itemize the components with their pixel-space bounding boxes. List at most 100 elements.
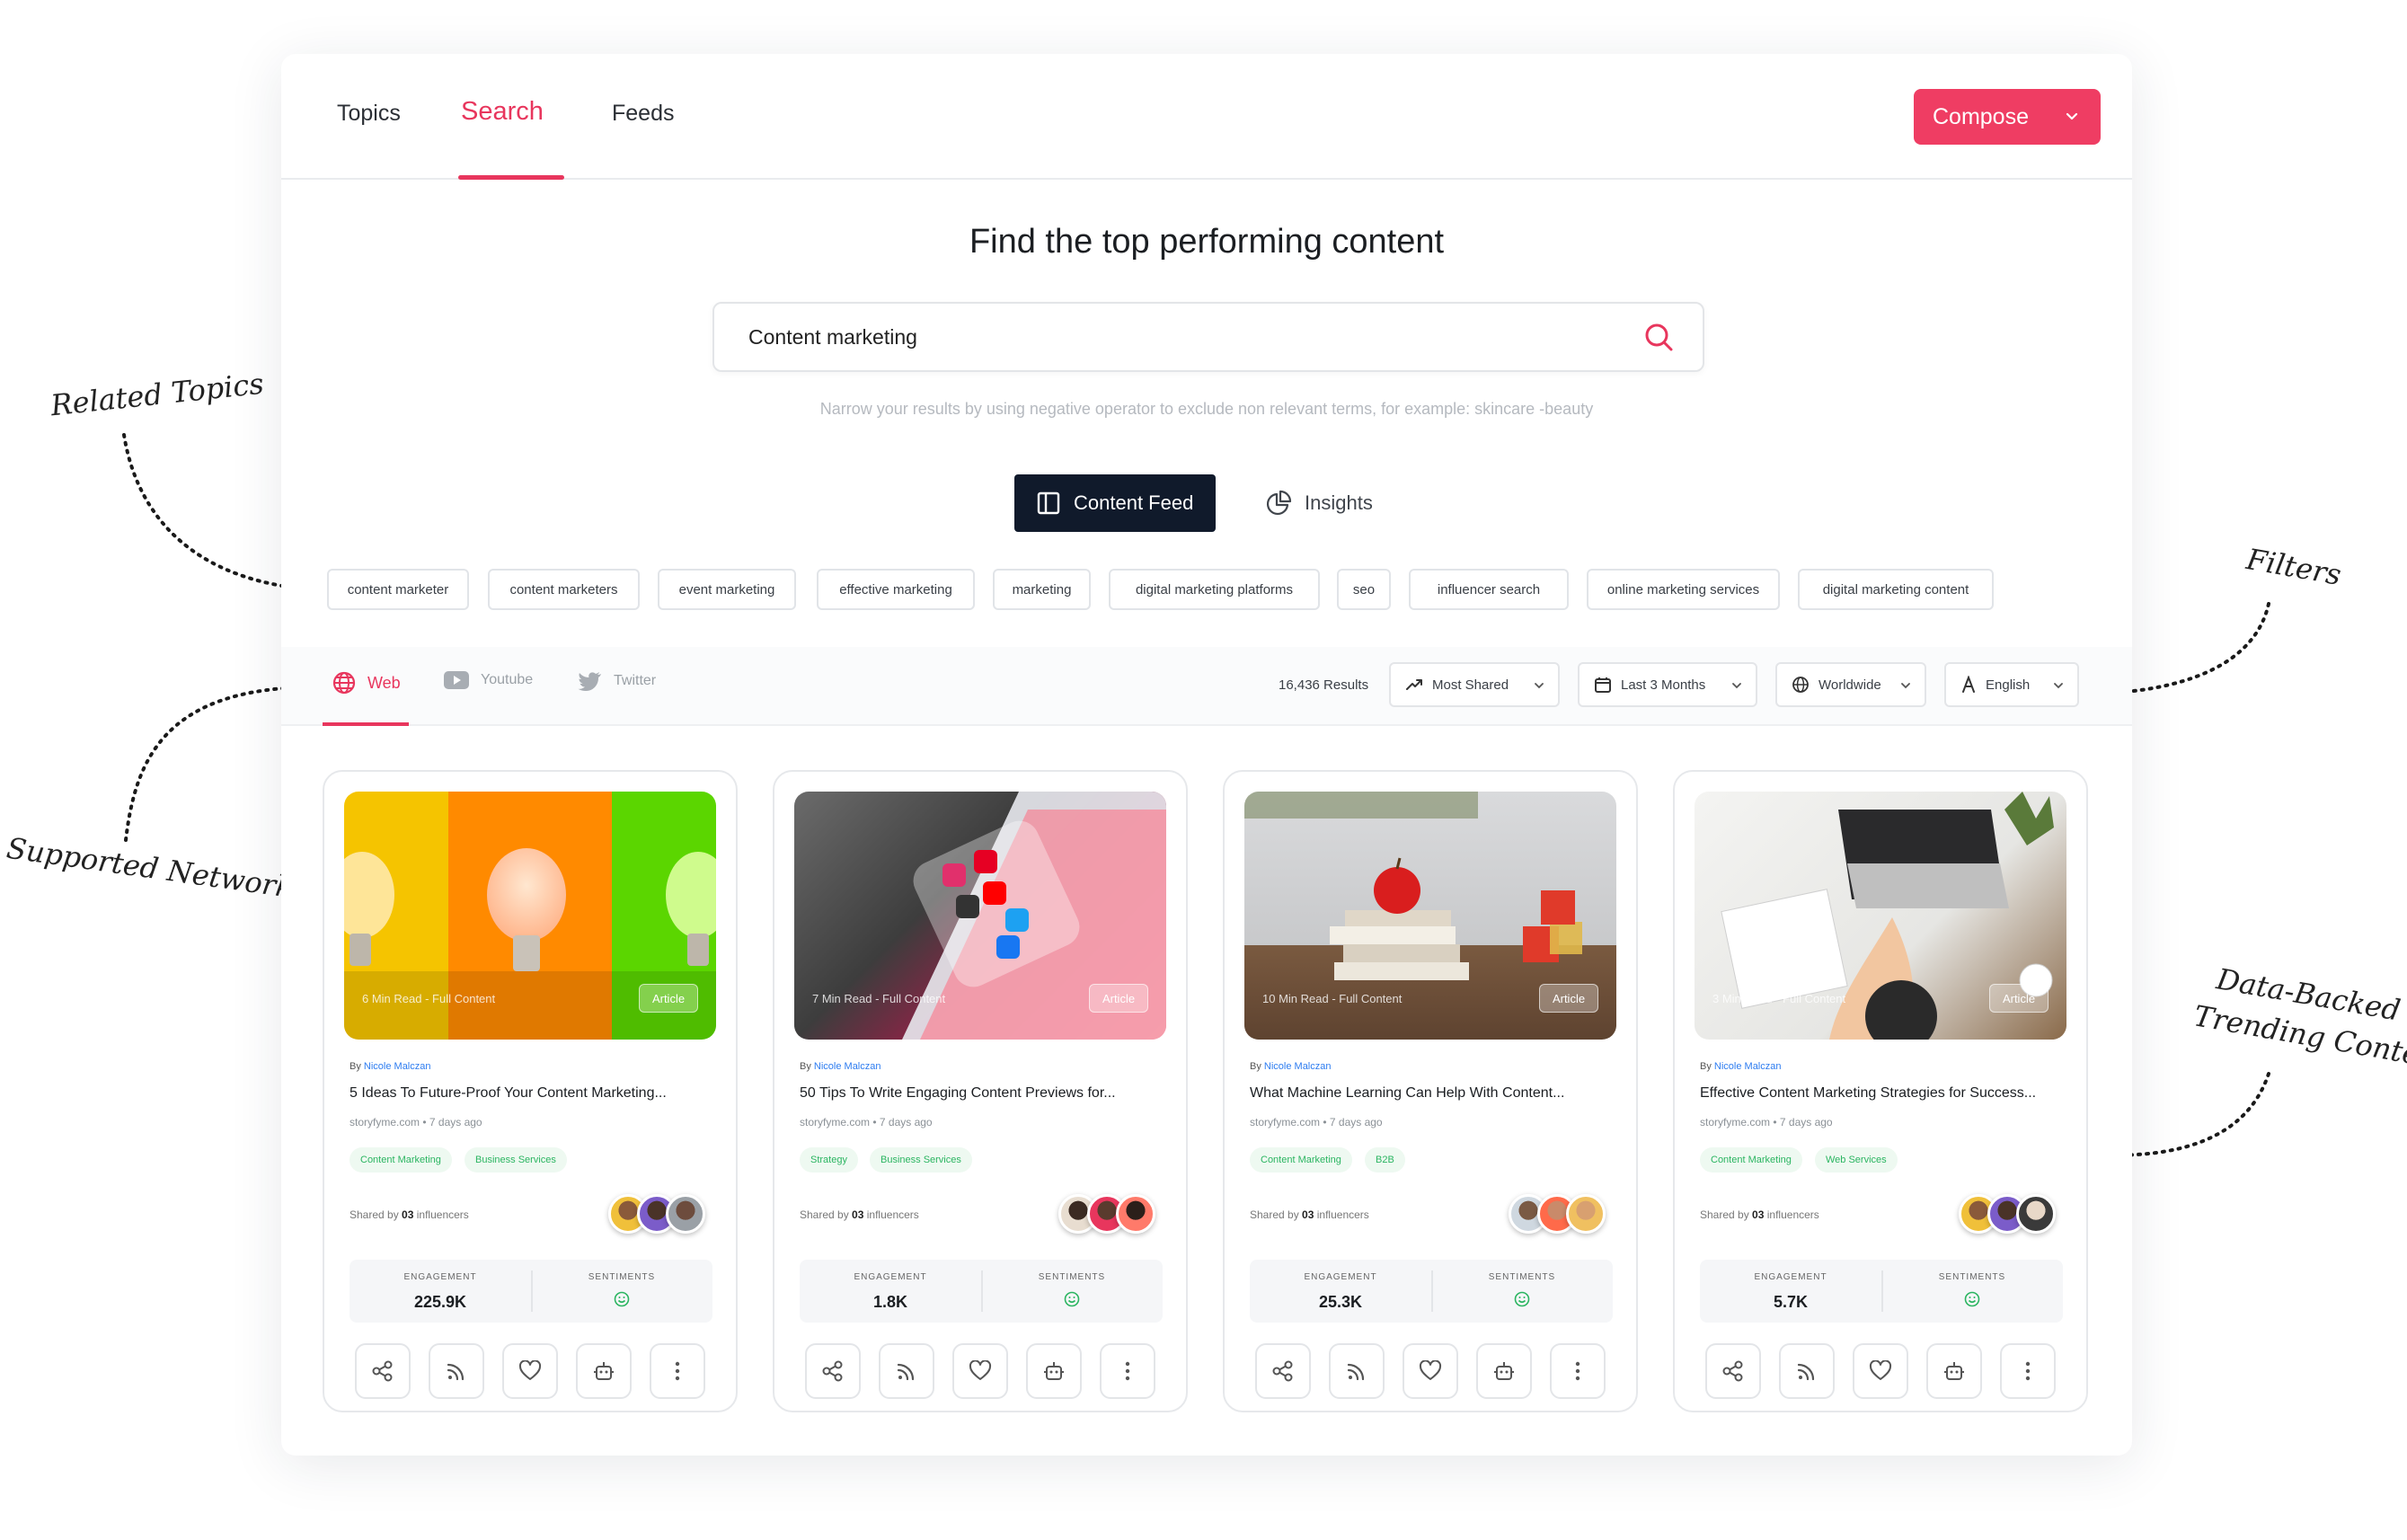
compose-label: Compose [1933,103,2029,129]
results-count: 16,436 Results [1279,677,1369,693]
heart-icon [1419,1360,1442,1380]
network-web[interactable]: Web [332,670,401,695]
card-title[interactable]: What Machine Learning Can Help With Cont… [1250,1085,1564,1102]
card-source: storyfyme.com • 7 days ago [350,1116,482,1128]
influencer-avatars[interactable] [608,1194,705,1234]
card-stats: ENGAGEMENT 5.7K SENTIMENTS [1700,1260,2063,1323]
automation-button[interactable] [1476,1343,1532,1399]
topic-chip[interactable]: effective marketing [817,569,975,610]
card-tag[interactable]: Content Marketing [350,1147,452,1173]
filter-bar: Web Youtube Twitter 16,436 Results Most … [281,647,2132,726]
topic-chip[interactable]: event marketing [658,569,796,610]
card-tag[interactable]: B2B [1365,1147,1405,1173]
more-button[interactable] [2000,1343,2056,1399]
rss-button[interactable] [1779,1343,1835,1399]
rss-icon [897,1363,915,1381]
search-input[interactable] [748,325,1557,350]
robot-icon [594,1362,614,1380]
card-title[interactable]: 50 Tips To Write Engaging Content Previe… [800,1085,1116,1102]
topic-chip[interactable]: influencer search [1409,569,1569,610]
language-filter[interactable]: English [1944,662,2079,707]
content-type-badge: Article [1089,984,1148,1013]
rss-button[interactable] [1329,1343,1385,1399]
engagement-label: ENGAGEMENT [854,1272,927,1282]
shared-by: Shared by 03 influencers [1250,1208,1369,1221]
card-thumbnail[interactable]: 10 Min Read - Full Content Article [1244,792,1616,1040]
share-button[interactable] [355,1343,411,1399]
card-tag[interactable]: Business Services [465,1147,567,1173]
network-youtube[interactable]: Youtube [443,670,533,690]
content-card[interactable]: 6 Min Read - Full Content Article By Nic… [323,770,738,1412]
topic-chip[interactable]: digital marketing platforms [1109,569,1320,610]
card-thumbnail[interactable]: 6 Min Read - Full Content Article [344,792,716,1040]
content-card[interactable]: 7 Min Read - Full Content Article By Nic… [773,770,1188,1412]
topic-chip[interactable]: seo [1337,569,1391,610]
automation-button[interactable] [1026,1343,1082,1399]
influencer-avatars[interactable] [1509,1194,1606,1234]
tab-feeds[interactable]: Feeds [612,101,674,180]
card-tag[interactable]: Content Marketing [1250,1147,1352,1173]
author-link[interactable]: Nicole Malczan [814,1061,881,1072]
like-button[interactable] [1853,1343,1908,1399]
topic-chip[interactable]: content marketer [327,569,469,610]
card-thumbnail[interactable]: 7 Min Read - Full Content Article [794,792,1166,1040]
avatar [1566,1194,1606,1234]
tab-search[interactable]: Search [461,97,544,176]
influencer-avatars[interactable] [1959,1194,2056,1234]
card-title[interactable]: 5 Ideas To Future-Proof Your Content Mar… [350,1085,667,1102]
heart-icon [518,1360,542,1380]
automation-button[interactable] [1926,1343,1982,1399]
compose-button[interactable]: Compose [1914,89,2101,145]
region-filter[interactable]: Worldwide [1775,662,1926,707]
author-link[interactable]: Nicole Malczan [364,1061,431,1072]
rss-button[interactable] [879,1343,934,1399]
search-icon[interactable] [1642,320,1677,356]
share-icon [1272,1360,1293,1382]
like-button[interactable] [502,1343,558,1399]
card-thumbnail[interactable]: 3 Min Read - Full Content Article [1695,792,2066,1040]
card-tag[interactable]: Strategy [800,1147,858,1173]
share-button[interactable] [1705,1343,1761,1399]
shared-prefix: Shared by [800,1208,849,1221]
more-button[interactable] [1550,1343,1606,1399]
more-button[interactable] [650,1343,705,1399]
period-filter[interactable]: Last 3 Months [1578,662,1757,707]
by-prefix: By [350,1061,361,1072]
author-link[interactable]: Nicole Malczan [1264,1061,1332,1072]
more-icon [2025,1361,2031,1381]
smile-icon [614,1291,630,1307]
topic-chip[interactable]: content marketers [488,569,640,610]
more-icon [1575,1361,1580,1381]
content-card[interactable]: 3 Min Read - Full Content Article By Nic… [1673,770,2088,1412]
card-title[interactable]: Effective Content Marketing Strategies f… [1700,1085,2036,1102]
network-twitter[interactable]: Twitter [578,670,656,692]
share-button[interactable] [1255,1343,1311,1399]
topic-chip[interactable]: digital marketing content [1798,569,1994,610]
content-card[interactable]: 10 Min Read - Full Content Article By Ni… [1223,770,1638,1412]
like-button[interactable] [952,1343,1008,1399]
card-author: By Nicole Malczan [1700,1061,1782,1072]
influencer-avatars[interactable] [1058,1194,1155,1234]
rss-button[interactable] [429,1343,484,1399]
content-type-badge: Article [639,984,698,1013]
insights-toggle[interactable]: Insights [1265,474,1373,532]
page-title: Find the top performing content [969,223,1445,261]
globe-icon [332,671,356,695]
author-link[interactable]: Nicole Malczan [1714,1061,1782,1072]
sort-filter[interactable]: Most Shared [1389,662,1560,707]
topic-chip[interactable]: online marketing services [1587,569,1780,610]
layout-icon [1037,491,1060,515]
card-stats: ENGAGEMENT 1.8K SENTIMENTS [800,1260,1163,1323]
shared-by: Shared by 03 influencers [350,1208,469,1221]
active-network-indicator [323,722,409,726]
like-button[interactable] [1403,1343,1458,1399]
more-button[interactable] [1100,1343,1155,1399]
card-tag[interactable]: Web Services [1815,1147,1898,1173]
topic-chip[interactable]: marketing [993,569,1091,610]
automation-button[interactable] [576,1343,632,1399]
card-tag[interactable]: Content Marketing [1700,1147,1802,1173]
tab-topics[interactable]: Topics [337,101,401,180]
card-tag[interactable]: Business Services [870,1147,972,1173]
content-feed-toggle[interactable]: Content Feed [1014,474,1216,532]
share-button[interactable] [805,1343,861,1399]
